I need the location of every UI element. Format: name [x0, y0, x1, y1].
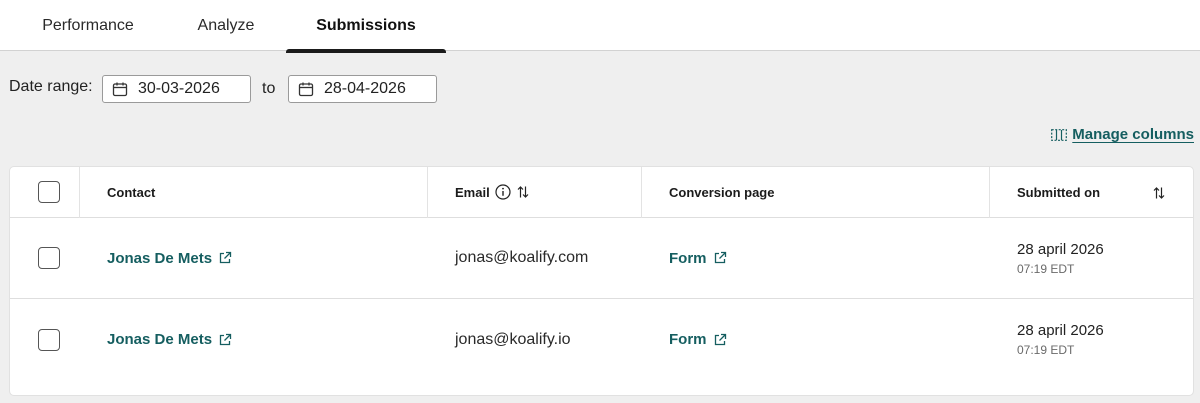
manage-columns-link[interactable]: Manage columns: [1051, 126, 1194, 143]
sort-icon[interactable]: [1153, 186, 1165, 200]
conversion-page-label: Form: [669, 331, 707, 348]
contact-link[interactable]: Jonas De Mets: [107, 331, 232, 348]
date-to-field[interactable]: 28-04-2026: [288, 75, 437, 103]
select-all-cell: [38, 167, 60, 217]
submitted-time: 07:19 EDT: [1017, 261, 1075, 276]
column-divider: [427, 167, 428, 218]
external-link-icon: [714, 333, 726, 345]
email-cell: jonas@koalify.com: [455, 249, 589, 266]
conversion-page-link[interactable]: Form: [669, 250, 727, 267]
submitted-time: 07:19 EDT: [1017, 343, 1075, 357]
header-email[interactable]: Email: [455, 167, 529, 217]
row-select-cell: [38, 218, 60, 298]
table-row: Jonas De Mets jonas@koalify.com Form 28 …: [10, 218, 1193, 299]
conversion-page-link[interactable]: Form: [669, 331, 727, 348]
submitted-on-sort[interactable]: [1153, 167, 1165, 218]
row-checkbox[interactable]: [38, 328, 60, 351]
contact-name: Jonas De Mets: [107, 331, 213, 348]
select-all-checkbox[interactable]: [38, 181, 60, 203]
header-submitted-on: Submitted on: [1017, 184, 1101, 200]
submitted-on-cell: 28 april 2026 07:19 EDT: [1017, 218, 1104, 298]
email-cell: jonas@koalify.io: [455, 330, 571, 348]
submitted-on-cell: 28 april 2026 07:19 EDT: [1017, 299, 1104, 380]
table-row: Jonas De Mets jonas@koalify.io Form 28 a…: [10, 299, 1193, 380]
column-divider: [79, 167, 80, 218]
row-checkbox[interactable]: [38, 247, 60, 269]
calendar-icon: [112, 82, 128, 97]
info-icon[interactable]: [495, 184, 511, 200]
submitted-date: 28 april 2026: [1017, 240, 1104, 258]
manage-columns-icon: [1051, 128, 1068, 141]
contact-cell: Jonas De Mets: [107, 299, 232, 380]
tab-performance[interactable]: Performance: [30, 0, 146, 51]
header-email-label: Email: [455, 184, 490, 200]
external-link-icon: [219, 333, 232, 345]
date-to-value: 28-04-2026: [324, 80, 406, 97]
conversion-page-cell: Form: [669, 299, 727, 380]
column-divider: [989, 167, 990, 218]
conversion-page-cell: Form: [669, 218, 727, 298]
sort-icon[interactable]: [517, 185, 529, 199]
contact-cell: Jonas De Mets: [107, 218, 232, 298]
manage-columns-label: Manage columns: [1072, 126, 1194, 143]
submissions-table: Contact Email Conversion page Submitted …: [9, 166, 1194, 396]
date-to-label: to: [262, 80, 276, 97]
external-link-icon: [219, 251, 232, 264]
contact-link[interactable]: Jonas De Mets: [107, 250, 232, 267]
date-from-value: 30-03-2026: [138, 80, 220, 97]
submitted-on-stack: 28 april 2026 07:19 EDT: [1017, 322, 1104, 357]
row-select-cell: [38, 299, 60, 380]
table-header: Contact Email Conversion page Submitted …: [10, 167, 1193, 218]
calendar-icon: [298, 82, 314, 97]
date-range-label: Date range:: [9, 78, 93, 95]
tab-submissions[interactable]: Submissions: [286, 0, 446, 53]
header-conversion-page: Conversion page: [669, 184, 775, 200]
column-divider: [641, 167, 642, 218]
submitted-date: 28 april 2026: [1017, 322, 1104, 339]
tab-bar: Performance Analyze Submissions: [0, 0, 1200, 53]
conversion-page-label: Form: [669, 249, 707, 267]
contact-name: Jonas De Mets: [107, 249, 213, 267]
submitted-on-stack: 28 april 2026 07:19 EDT: [1017, 241, 1104, 276]
external-link-icon: [714, 251, 726, 264]
tab-analyze[interactable]: Analyze: [186, 0, 266, 51]
date-from-field[interactable]: 30-03-2026: [102, 75, 251, 103]
header-contact: Contact: [107, 184, 156, 200]
